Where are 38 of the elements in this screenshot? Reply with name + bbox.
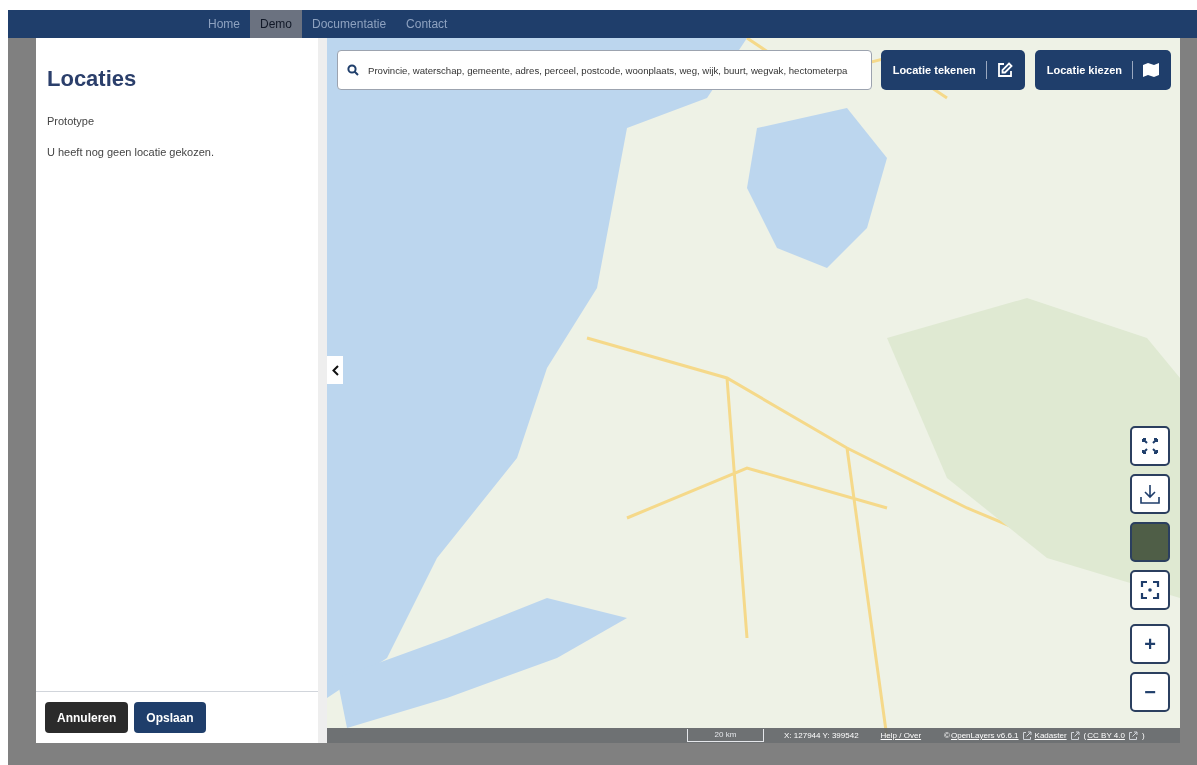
- attribution-text: (: [1083, 729, 1087, 742]
- coordinates-readout: X: 127944 Y: 399542: [784, 729, 859, 742]
- nav-link[interactable]: Documentatie: [302, 10, 397, 38]
- external-link-icon: [1127, 730, 1138, 741]
- attribution-text: ©: [944, 729, 950, 742]
- scale-bar: 20 km: [687, 729, 764, 742]
- map-icon: [1143, 63, 1159, 77]
- nav-link[interactable]: Demo: [250, 10, 303, 38]
- external-link-icon: [1021, 730, 1032, 741]
- empty-location-message: U heeft nog geen locatie gekozen.: [47, 144, 215, 160]
- expand-icon: [1141, 437, 1159, 455]
- focus-icon: [1140, 580, 1160, 600]
- attribution-link[interactable]: OpenLayers v6.6.1: [950, 729, 1019, 742]
- attribution-text: ): [1141, 729, 1145, 742]
- attribution-link[interactable]: Kadaster: [1034, 729, 1067, 742]
- nav-link[interactable]: Contact: [396, 10, 458, 38]
- draw-location-button[interactable]: Locatie tekenen: [880, 50, 1025, 90]
- download-icon: [1139, 483, 1161, 505]
- panel-subtitle: Prototype: [47, 114, 96, 129]
- cancel-button[interactable]: Annuleren: [45, 702, 129, 733]
- chevron-left-icon: [331, 364, 339, 376]
- zoom-out-button[interactable]: −: [1130, 672, 1170, 712]
- locate-button[interactable]: [1130, 570, 1170, 610]
- scrollbar[interactable]: [318, 38, 327, 743]
- help-link[interactable]: Help / Over: [880, 729, 922, 742]
- choose-location-button[interactable]: Locatie kiezen: [1034, 50, 1171, 90]
- zoom-in-button[interactable]: +: [1130, 624, 1170, 664]
- edit-icon: [996, 62, 1013, 78]
- panel-title: Locaties: [47, 65, 138, 93]
- attribution-link[interactable]: CC BY 4.0: [1087, 729, 1125, 742]
- collapse-panel-button[interactable]: [327, 356, 343, 384]
- download-button[interactable]: [1130, 474, 1170, 514]
- fullscreen-button[interactable]: [1130, 426, 1170, 466]
- search-icon: [347, 64, 359, 76]
- save-button[interactable]: Opslaan: [134, 702, 206, 733]
- external-link-icon: [1069, 730, 1080, 741]
- search-field[interactable]: Provincie, waterschap, gemeente, adres, perceel, postcode, woonplaats, weg, wijk, buurt, wegvak, hectometerpa: [337, 50, 872, 90]
- nav-link[interactable]: Home: [198, 10, 250, 38]
